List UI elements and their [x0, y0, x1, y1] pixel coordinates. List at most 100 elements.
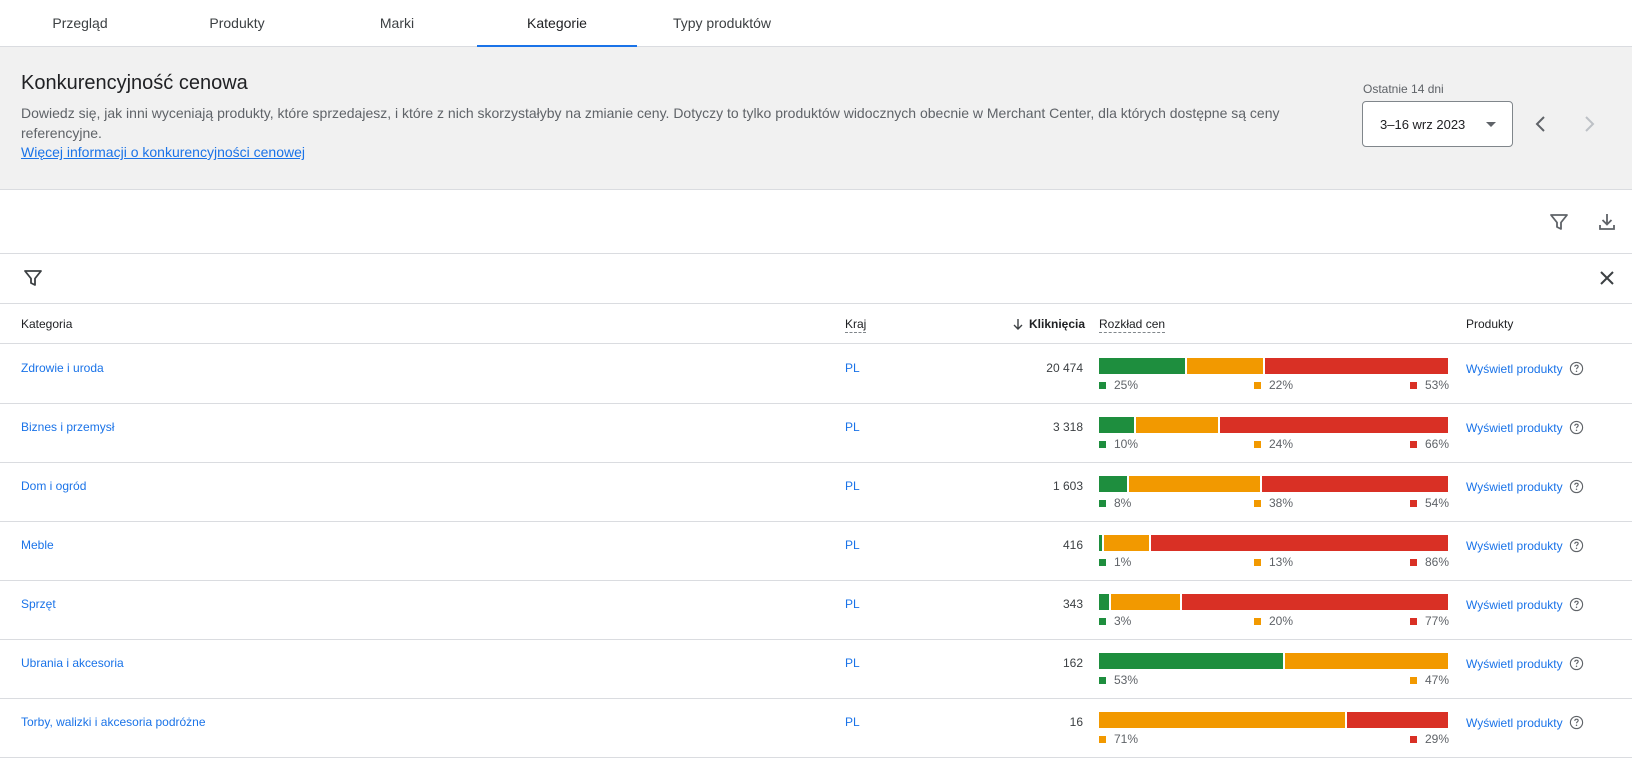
country-link[interactable]: PL	[845, 479, 860, 493]
tab-brands[interactable]: Marki	[317, 0, 477, 46]
view-products-link[interactable]: Wyświetl produkty	[1466, 479, 1584, 494]
bar-segment-green	[1099, 653, 1283, 669]
help-circle-icon[interactable]	[1569, 361, 1584, 376]
column-header-country[interactable]: Kraj	[845, 317, 867, 333]
view-products-link[interactable]: Wyświetl produkty	[1466, 656, 1584, 671]
category-link[interactable]: Meble	[21, 538, 54, 552]
bar-segment-orange	[1104, 535, 1150, 551]
help-circle-icon[interactable]	[1569, 538, 1584, 553]
view-products-link[interactable]: Wyświetl produkty	[1466, 597, 1584, 612]
legend-red: 54%	[1410, 496, 1449, 510]
caret-down-icon	[1486, 122, 1496, 127]
filter-bar	[0, 254, 1632, 304]
help-circle-icon[interactable]	[1569, 597, 1584, 612]
learn-more-link[interactable]: Więcej informacji o konkurencyjności cen…	[21, 144, 305, 160]
view-products-link[interactable]: Wyświetl produkty	[1466, 715, 1584, 730]
view-products-label: Wyświetl produkty	[1466, 656, 1563, 671]
price-distribution-bar	[1099, 594, 1448, 610]
view-products-label: Wyświetl produkty	[1466, 597, 1563, 612]
category-link[interactable]: Zdrowie i uroda	[21, 361, 104, 375]
legend-green: 3%	[1099, 614, 1131, 628]
category-link[interactable]: Biznes i przemysł	[21, 420, 114, 434]
download-icon[interactable]	[1595, 210, 1619, 234]
legend-value-orange: 22%	[1269, 378, 1294, 392]
help-circle-icon[interactable]	[1569, 420, 1584, 435]
bar-segment-green	[1099, 417, 1134, 433]
column-header-category[interactable]: Kategoria	[21, 317, 72, 331]
close-icon[interactable]	[1595, 266, 1619, 290]
bar-segment-red	[1220, 417, 1448, 433]
country-link[interactable]: PL	[845, 420, 860, 434]
category-link[interactable]: Torby, walizki i akcesoria podróżne	[21, 715, 206, 729]
legend-orange: 24%	[1254, 437, 1293, 451]
category-link[interactable]: Dom i ogród	[21, 479, 86, 493]
legend-swatch-green	[1099, 676, 1106, 684]
legend-value-orange: 24%	[1269, 437, 1294, 451]
tab-product-types[interactable]: Typy produktów	[642, 0, 802, 46]
tab-overview[interactable]: Przegląd	[0, 0, 160, 46]
view-products-link[interactable]: Wyświetl produkty	[1466, 420, 1584, 435]
country-link[interactable]: PL	[845, 715, 860, 729]
legend-orange: 22%	[1254, 378, 1293, 392]
country-link[interactable]: PL	[845, 538, 860, 552]
help-circle-icon[interactable]	[1569, 656, 1584, 671]
category-link[interactable]: Ubrania i akcesoria	[21, 656, 124, 670]
price-distribution-bar	[1099, 653, 1448, 669]
filter-icon[interactable]	[21, 266, 45, 290]
help-circle-icon[interactable]	[1569, 715, 1584, 730]
clicks-value: 3 318	[1052, 420, 1083, 434]
column-header-clicks-label: Kliknięcia	[1029, 317, 1086, 331]
arrow-down-icon	[1013, 319, 1023, 330]
table-header: Kategoria Kraj Kliknięcia Rozkład cen Pr…	[0, 303, 1632, 344]
legend-value-green: 3%	[1114, 614, 1132, 628]
bar-segment-green	[1099, 476, 1127, 492]
table-row: Biznes i przemysł PL 3 318 10% 24% 66% Wyświet…	[0, 403, 1632, 463]
column-header-clicks[interactable]: Kliknięcia	[1012, 317, 1085, 331]
bar-segment-red	[1151, 535, 1448, 551]
chevron-right-icon	[1574, 109, 1604, 139]
column-header-price-distribution[interactable]: Rozkład cen	[1099, 317, 1166, 333]
legend-red: 66%	[1410, 437, 1449, 451]
clicks-value: 416	[1062, 538, 1083, 552]
bar-segment-orange	[1135, 417, 1219, 433]
help-circle-icon[interactable]	[1569, 479, 1584, 494]
legend-green: 25%	[1099, 378, 1138, 392]
legend-red: 86%	[1410, 555, 1449, 569]
bar-segment-orange	[1284, 653, 1448, 669]
date-range-select[interactable]: 3–16 wrz 2023	[1362, 101, 1513, 147]
legend-swatch-green	[1099, 499, 1106, 507]
price-distribution-bar	[1099, 535, 1448, 551]
view-products-label: Wyświetl produkty	[1466, 538, 1563, 553]
bar-segment-orange	[1128, 476, 1260, 492]
filter-icon[interactable]	[1547, 210, 1571, 234]
legend-orange: 47%	[1410, 673, 1449, 687]
chevron-left-icon[interactable]	[1526, 109, 1556, 139]
bar-segment-red	[1347, 712, 1448, 728]
view-products-link[interactable]: Wyświetl produkty	[1466, 361, 1584, 376]
category-link[interactable]: Sprzęt	[21, 597, 56, 611]
legend-swatch-orange	[1254, 440, 1261, 448]
legend-value-orange: 47%	[1425, 673, 1450, 687]
country-link[interactable]: PL	[845, 597, 860, 611]
legend-green: 1%	[1099, 555, 1131, 569]
page-title: Konkurencyjność cenowa	[21, 72, 248, 94]
legend-green: 8%	[1099, 496, 1131, 510]
legend-value-orange: 38%	[1269, 496, 1294, 510]
view-products-link[interactable]: Wyświetl produkty	[1466, 538, 1584, 553]
country-link[interactable]: PL	[845, 361, 860, 375]
country-link[interactable]: PL	[845, 656, 860, 670]
period-label: Ostatnie 14 dni	[1363, 82, 1444, 96]
legend-swatch-red	[1410, 499, 1417, 507]
view-products-label: Wyświetl produkty	[1466, 420, 1563, 435]
legend-swatch-orange	[1254, 499, 1261, 507]
table-row: Torby, walizki i akcesoria podróżne PL 16 7…	[0, 698, 1632, 758]
page-header: Konkurencyjność cenowa Dowiedz się, jak …	[0, 47, 1632, 190]
price-distribution-bar	[1099, 358, 1448, 374]
table-row: Meble PL 416 1% 13% 86% Wyświetl produkty	[0, 521, 1632, 581]
clicks-value: 16	[1069, 715, 1083, 729]
legend-swatch-orange	[1099, 735, 1106, 743]
tab-categories[interactable]: Kategorie	[477, 0, 637, 47]
tab-products[interactable]: Produkty	[157, 0, 317, 46]
date-range-value: 3–16 wrz 2023	[1380, 117, 1466, 132]
legend-value-red: 53%	[1425, 378, 1450, 392]
